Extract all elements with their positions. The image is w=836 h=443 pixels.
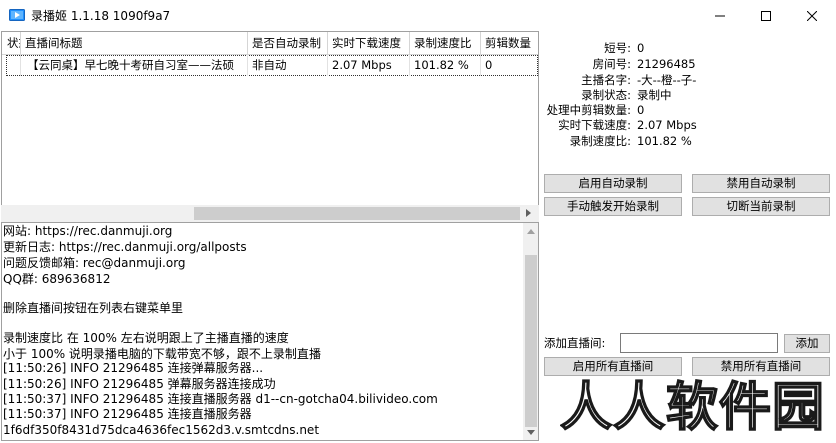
add-room-label: 添加直播间: bbox=[544, 336, 606, 350]
app-icon bbox=[9, 9, 25, 21]
column-header-auto-record[interactable]: 是否自动录制 bbox=[248, 32, 328, 54]
add-room-input[interactable] bbox=[620, 333, 778, 353]
scrollbar-thumb[interactable] bbox=[525, 255, 537, 427]
log-line: 更新日志: https://rec.danmuji.org/allposts bbox=[3, 240, 247, 254]
short-id-label: 短号: bbox=[604, 41, 631, 55]
log-textarea[interactable]: 网站: https://rec.danmuji.org 更新日志: https:… bbox=[1, 222, 539, 441]
clips-processing-label: 处理中剪辑数量: bbox=[546, 103, 631, 117]
log-line: [11:50:37] INFO 21296485 连接直播服务器 bbox=[3, 407, 252, 421]
disable-auto-record-button[interactable]: 禁用自动录制 bbox=[692, 174, 830, 193]
add-room-button[interactable]: 添加 bbox=[784, 334, 830, 353]
log-line: 录制速度比 在 100% 左右说明跟上了主播直播的速度 bbox=[3, 331, 289, 345]
download-speed-value: 2.07 Mbps bbox=[637, 118, 697, 132]
scrollbar-thumb[interactable] bbox=[194, 207, 520, 220]
row-record-ratio-cell: 101.82 % bbox=[410, 55, 481, 76]
log-line: [11:50:26] INFO 21296485 弹幕服务器连接成功 bbox=[3, 377, 276, 391]
log-vertical-scrollbar[interactable] bbox=[523, 223, 538, 440]
column-header-title[interactable]: 直播间标题 bbox=[21, 32, 248, 54]
room-id-value: 21296485 bbox=[637, 57, 696, 71]
column-header-status[interactable]: 状态 bbox=[2, 32, 21, 54]
close-icon bbox=[807, 10, 817, 21]
maximize-icon bbox=[761, 10, 771, 21]
room-list-grid[interactable]: 状态 直播间标题 是否自动录制 实时下载速度 录制速度比 剪辑数量 【云同桌】早… bbox=[1, 31, 539, 222]
window-title: 录播姬 1.1.18 1090f9a7 bbox=[31, 9, 171, 23]
enable-all-rooms-button[interactable]: 启用所有直播间 bbox=[544, 357, 682, 376]
column-header-record-ratio[interactable]: 录制速度比 bbox=[410, 32, 481, 54]
title-bar: 录播姬 1.1.18 1090f9a7 bbox=[0, 0, 836, 31]
manual-start-record-button[interactable]: 手动触发开始录制 bbox=[544, 197, 682, 216]
log-line: 网站: https://rec.danmuji.org bbox=[3, 224, 173, 238]
row-status-cell bbox=[2, 55, 21, 76]
download-speed-label: 实时下载速度: bbox=[558, 118, 631, 132]
record-ratio-label: 录制速度比: bbox=[569, 134, 631, 148]
clips-processing-value: 0 bbox=[637, 103, 645, 117]
log-line: [11:50:26] INFO 21296485 连接弹幕服务器... bbox=[3, 361, 264, 375]
scroll-right-arrow-icon[interactable] bbox=[526, 209, 531, 217]
row-auto-record-cell: 非自动 bbox=[248, 55, 328, 76]
log-line: 问题反馈邮箱: rec@danmuji.org bbox=[3, 256, 186, 270]
minimize-icon bbox=[715, 15, 725, 16]
log-line: QQ群: 689636812 bbox=[3, 272, 111, 286]
row-download-speed-cell: 2.07 Mbps bbox=[328, 55, 410, 76]
short-id-value: 0 bbox=[637, 41, 645, 55]
streamer-name-value: -大--橙--子- bbox=[637, 73, 697, 87]
minimize-button[interactable] bbox=[697, 0, 743, 31]
record-ratio-value: 101.82 % bbox=[637, 134, 692, 148]
disable-all-rooms-button[interactable]: 禁用所有直播间 bbox=[692, 357, 830, 376]
room-id-label: 房间号: bbox=[592, 57, 631, 71]
record-status-value: 录制中 bbox=[637, 88, 672, 102]
log-line: 1f6df350f8431d75dca4636fec1562d3.v.smtcd… bbox=[3, 423, 320, 437]
row-title-cell: 【云同桌】早七晚十考研自习室——法硕 bbox=[21, 55, 248, 76]
table-row[interactable]: 【云同桌】早七晚十考研自习室——法硕 非自动 2.07 Mbps 101.82 … bbox=[2, 55, 538, 77]
column-header-download-speed[interactable]: 实时下载速度 bbox=[328, 32, 410, 54]
streamer-name-label: 主播名字: bbox=[581, 73, 631, 87]
scroll-up-arrow-icon[interactable] bbox=[527, 229, 535, 234]
cut-current-record-button[interactable]: 切断当前录制 bbox=[692, 197, 830, 216]
maximize-button[interactable] bbox=[743, 0, 789, 31]
grid-horizontal-scrollbar[interactable] bbox=[1, 205, 539, 222]
watermark: 人人软件园 bbox=[560, 377, 825, 439]
watermark-text: 人人软件园 bbox=[560, 378, 825, 438]
grid-header: 状态 直播间标题 是否自动录制 实时下载速度 录制速度比 剪辑数量 bbox=[2, 32, 538, 55]
record-status-label: 录制状态: bbox=[581, 88, 631, 102]
close-button[interactable] bbox=[789, 0, 835, 31]
log-line: [11:50:37] INFO 21296485 连接直播服务器 d1--cn-… bbox=[3, 392, 438, 406]
log-line: 删除直播间按钮在列表右键菜单里 bbox=[3, 301, 184, 315]
enable-auto-record-button[interactable]: 启用自动录制 bbox=[544, 174, 682, 193]
scroll-down-arrow-icon[interactable] bbox=[527, 430, 535, 435]
